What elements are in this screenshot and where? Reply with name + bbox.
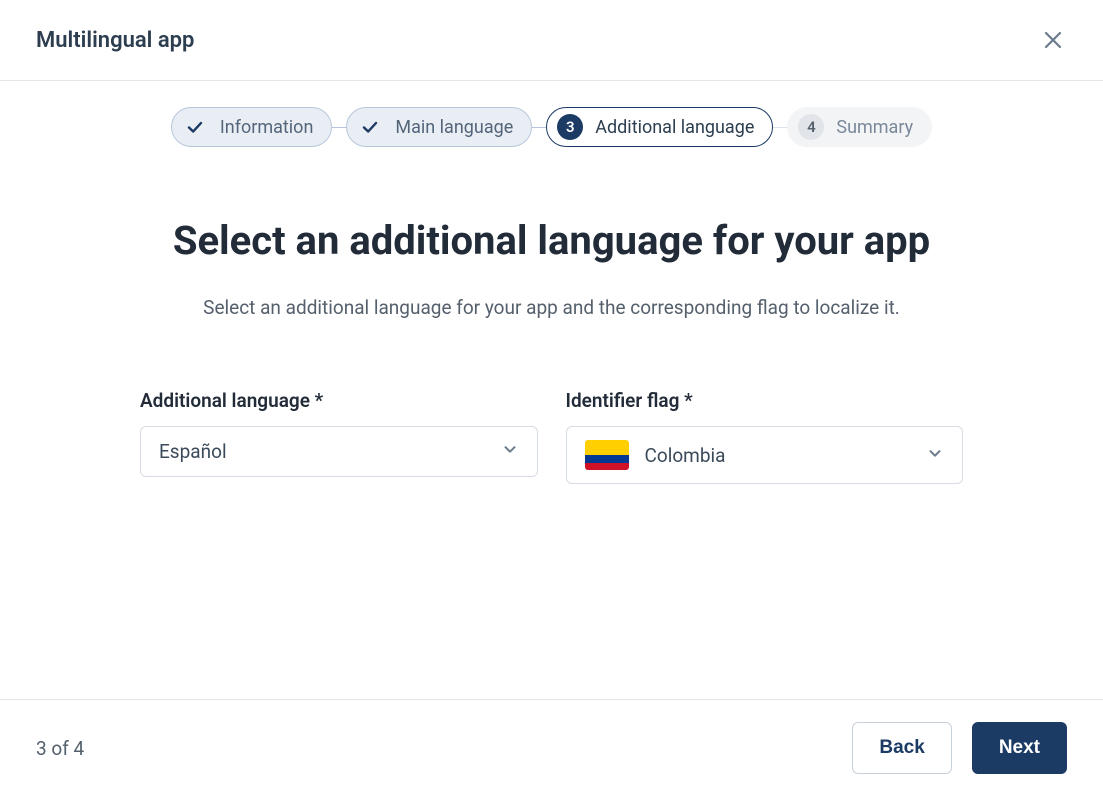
language-select-value: Español bbox=[159, 440, 227, 463]
language-select[interactable]: Español bbox=[140, 426, 538, 477]
step-label: Main language bbox=[395, 117, 513, 138]
page-heading: Select an additional language for your a… bbox=[140, 217, 963, 264]
flag-icon-colombia bbox=[585, 440, 629, 470]
step-number-badge: 4 bbox=[798, 114, 824, 140]
step-information[interactable]: Information bbox=[171, 107, 333, 147]
chevron-down-icon bbox=[926, 444, 944, 467]
stepper: Information Main language 3 Additional l… bbox=[0, 81, 1103, 157]
step-connector bbox=[773, 127, 787, 128]
step-summary: 4 Summary bbox=[787, 107, 932, 147]
dialog-header: Multilingual app bbox=[0, 0, 1103, 81]
next-button[interactable]: Next bbox=[972, 722, 1067, 774]
step-number-badge: 3 bbox=[557, 114, 583, 140]
form-row: Additional language * Español Identifier… bbox=[140, 389, 963, 484]
step-label: Additional language bbox=[595, 117, 754, 138]
step-label: Information bbox=[220, 117, 314, 138]
step-counter: 3 of 4 bbox=[36, 737, 84, 760]
step-additional-language[interactable]: 3 Additional language bbox=[546, 107, 773, 147]
flag-label: Identifier flag * bbox=[566, 389, 964, 412]
language-label: Additional language * bbox=[140, 389, 538, 412]
chevron-down-icon bbox=[501, 440, 519, 463]
footer-buttons: Back Next bbox=[852, 722, 1067, 774]
dialog-footer: 3 of 4 Back Next bbox=[0, 699, 1103, 796]
content-area: Select an additional language for your a… bbox=[0, 157, 1103, 699]
flag-select-value: Colombia bbox=[645, 444, 726, 467]
step-connector bbox=[332, 127, 346, 128]
flag-select[interactable]: Colombia bbox=[566, 426, 964, 484]
close-button[interactable] bbox=[1037, 24, 1069, 56]
check-icon bbox=[357, 114, 383, 140]
back-button[interactable]: Back bbox=[852, 722, 951, 774]
dialog-title: Multilingual app bbox=[36, 28, 194, 53]
form-field-flag: Identifier flag * Colombia bbox=[566, 389, 964, 484]
form-field-language: Additional language * Español bbox=[140, 389, 538, 484]
page-subtext: Select an additional language for your a… bbox=[140, 296, 963, 319]
check-icon bbox=[182, 114, 208, 140]
close-icon bbox=[1043, 30, 1063, 50]
step-label: Summary bbox=[836, 117, 913, 138]
step-main-language[interactable]: Main language bbox=[346, 107, 532, 147]
step-connector bbox=[532, 127, 546, 128]
